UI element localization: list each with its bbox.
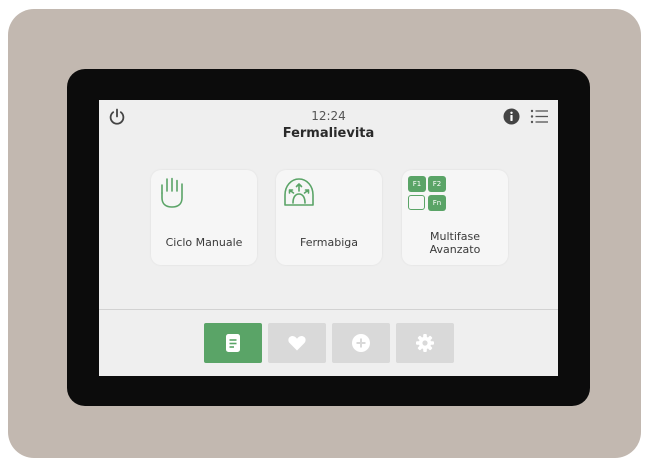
card-fermabiga[interactable]: Fermabiga bbox=[276, 170, 382, 265]
page-title: Fermalievita bbox=[282, 126, 375, 141]
clock-time: 12:24 bbox=[311, 109, 346, 123]
touch-screen: 12:24 Fermalievita Ciclo Manuale Fermabi… bbox=[99, 100, 558, 376]
tab-programs[interactable] bbox=[204, 323, 262, 363]
card-multifase-avanzato[interactable]: F1 F2 Fn Multifase Avanzato bbox=[402, 170, 508, 265]
badge-fn: Fn bbox=[428, 195, 446, 211]
gear-icon bbox=[416, 334, 434, 352]
card-label-line2: Avanzato bbox=[429, 243, 481, 256]
dome-arrows-icon bbox=[284, 178, 314, 206]
card-ciclo-manuale[interactable]: Ciclo Manuale bbox=[151, 170, 257, 265]
document-icon bbox=[226, 334, 240, 352]
tab-settings[interactable] bbox=[396, 323, 454, 363]
multiphase-icon: F1 F2 Fn bbox=[408, 176, 448, 216]
info-icon[interactable] bbox=[503, 108, 520, 125]
tab-favorites[interactable] bbox=[268, 323, 326, 363]
divider bbox=[99, 309, 558, 310]
tab-add[interactable] bbox=[332, 323, 390, 363]
plus-circle-icon bbox=[352, 334, 370, 352]
badge-f1: F1 bbox=[408, 176, 426, 192]
badge-empty bbox=[408, 195, 425, 210]
card-label-line1: Multifase bbox=[430, 230, 480, 243]
list-menu-icon[interactable] bbox=[530, 109, 549, 124]
card-label: Fermabiga bbox=[299, 236, 359, 249]
heart-icon bbox=[288, 336, 306, 351]
badge-f2: F2 bbox=[428, 176, 446, 192]
hand-icon bbox=[161, 177, 183, 208]
card-label: Ciclo Manuale bbox=[165, 236, 243, 249]
